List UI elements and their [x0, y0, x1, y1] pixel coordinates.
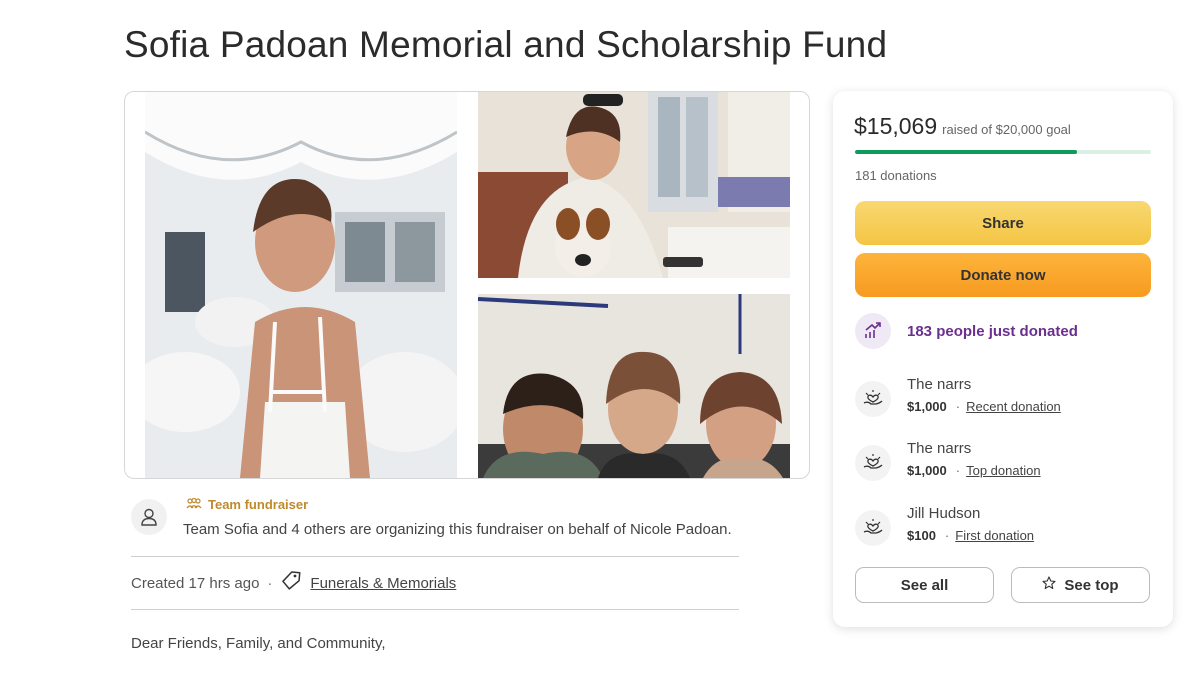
team-icon — [186, 497, 202, 512]
divider — [131, 556, 739, 557]
see-top-button[interactable]: See top — [1011, 567, 1150, 603]
donate-now-button[interactable]: Donate now — [855, 253, 1151, 297]
share-button[interactable]: Share — [855, 201, 1151, 245]
donor-name: Jill Hudson — [907, 505, 981, 522]
see-all-button[interactable]: See all — [855, 567, 994, 603]
organizer-section: Team fundraiser Team Sofia and 4 others … — [131, 497, 739, 555]
donor-amount: $100 — [907, 528, 936, 543]
donation-card: $15,069 raised of $20,000 goal 181 donat… — [833, 91, 1173, 627]
photo-dog[interactable] — [478, 92, 790, 278]
donor-detail: $100 · First donation — [907, 528, 1034, 543]
trending-icon — [855, 313, 891, 349]
see-top-label: See top — [1064, 576, 1119, 594]
category-link[interactable]: Funerals & Memorials — [310, 575, 456, 592]
team-fundraiser-tag: Team fundraiser — [186, 497, 308, 512]
page-title: Sofia Padoan Memorial and Scholarship Fu… — [124, 24, 888, 65]
created-time: Created 17 hrs ago — [131, 574, 260, 592]
goal-text: raised of $20,000 goal — [942, 122, 1071, 137]
trending-row: 183 people just donated — [855, 313, 1078, 349]
see-all-label: See all — [900, 576, 949, 594]
donor-separator: · — [955, 399, 961, 414]
donation-type-link[interactable]: First donation — [955, 528, 1034, 543]
donor-amount: $1,000 — [907, 399, 947, 414]
donor-name: The narrs — [907, 376, 972, 393]
donor-item: Jill Hudson $100 · First donation — [855, 505, 1151, 549]
donation-type-link[interactable]: Recent donation — [966, 399, 1061, 414]
meta-separator: · — [267, 574, 273, 592]
divider — [131, 609, 739, 610]
donor-item: The narrs $1,000 · Recent donation — [855, 376, 1151, 420]
story-opening: Dear Friends, Family, and Community, — [131, 635, 386, 652]
donor-amount: $1,000 — [907, 463, 947, 478]
donor-separator: · — [955, 463, 961, 478]
tag-icon — [280, 570, 302, 596]
progress-fill — [855, 150, 1077, 154]
donation-type-link[interactable]: Top donation — [966, 463, 1040, 478]
progress-bar — [855, 150, 1151, 154]
photo-main[interactable] — [145, 92, 457, 478]
user-icon[interactable] — [131, 499, 167, 535]
heart-hand-icon — [855, 381, 891, 417]
star-icon — [1042, 576, 1056, 594]
photo-gallery[interactable] — [124, 91, 810, 479]
trending-text: 183 people just donated — [907, 322, 1078, 340]
organizer-description: Team Sofia and 4 others are organizing t… — [183, 521, 732, 538]
team-fundraiser-label: Team fundraiser — [208, 497, 309, 512]
heart-hand-icon — [855, 510, 891, 546]
heart-hand-icon — [855, 445, 891, 481]
donation-count: 181 donations — [855, 168, 937, 183]
photo-siblings[interactable] — [478, 294, 790, 478]
raised-amount: $15,069 — [854, 113, 938, 139]
raised-summary: $15,069 raised of $20,000 goal — [854, 113, 1071, 140]
donor-detail: $1,000 · Top donation — [907, 463, 1041, 478]
meta-row: Created 17 hrs ago · Funerals & Memorial… — [131, 570, 456, 596]
donor-item: The narrs $1,000 · Top donation — [855, 440, 1151, 484]
donor-detail: $1,000 · Recent donation — [907, 399, 1061, 414]
donor-separator: · — [944, 528, 950, 543]
donor-name: The narrs — [907, 440, 972, 457]
